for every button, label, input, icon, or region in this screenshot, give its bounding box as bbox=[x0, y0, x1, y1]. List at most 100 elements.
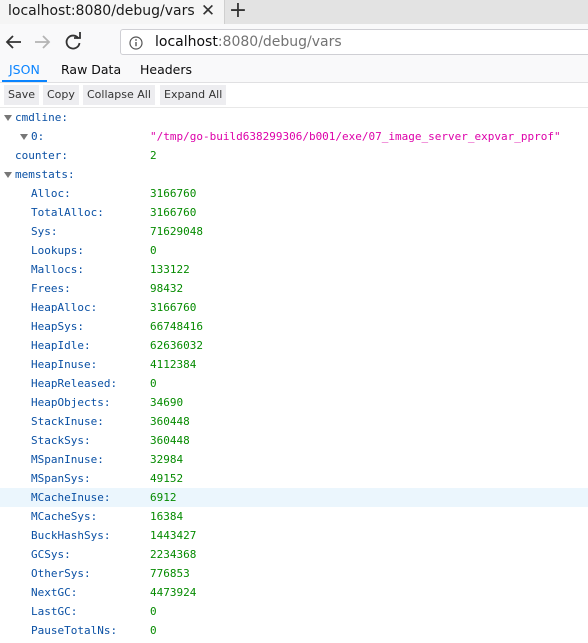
save-button[interactable]: Save bbox=[4, 85, 40, 105]
forward-arrow-icon[interactable] bbox=[30, 30, 54, 54]
tree-row-memstat[interactable]: OtherSys: 776853 bbox=[0, 564, 588, 583]
tree-row-memstat[interactable]: HeapInuse: 4112384 bbox=[0, 355, 588, 374]
json-key: StackInuse: bbox=[31, 415, 104, 428]
json-key: TotalAlloc: bbox=[31, 206, 104, 219]
expand-triangle-icon[interactable] bbox=[20, 134, 28, 140]
json-key: Alloc: bbox=[31, 187, 71, 200]
tree-row-cmdline-0[interactable]: 0: "/tmp/go-build638299306/b001/exe/07_i… bbox=[0, 127, 588, 146]
json-key: HeapReleased: bbox=[31, 377, 118, 390]
json-number-value: 0 bbox=[150, 624, 157, 637]
collapse-all-button[interactable]: Collapse All bbox=[83, 85, 155, 105]
json-key: 0: bbox=[31, 130, 45, 143]
url-path: :8080/debug/vars bbox=[217, 34, 342, 50]
tree-row-memstat[interactable]: MSpanInuse: 32984 bbox=[0, 450, 588, 469]
json-key: HeapIdle: bbox=[31, 339, 91, 352]
json-toolbar: Save Copy Collapse All Expand All bbox=[0, 83, 588, 108]
json-viewer-tabs: JSON Raw Data Headers bbox=[0, 60, 588, 83]
url-host: localhost bbox=[155, 34, 218, 50]
json-number-value: 0 bbox=[150, 605, 157, 618]
json-number-value: 0 bbox=[150, 244, 157, 257]
json-key: NextGC: bbox=[31, 586, 78, 599]
tree-row-memstat[interactable]: StackInuse: 360448 bbox=[0, 412, 588, 431]
browser-tab[interactable]: localhost:8080/debug/vars ✕ bbox=[0, 0, 225, 24]
tree-row-memstat[interactable]: MSpanSys: 49152 bbox=[0, 469, 588, 488]
json-key: cmdline: bbox=[15, 111, 68, 124]
tree-row-memstat[interactable]: HeapAlloc: 3166760 bbox=[0, 298, 588, 317]
info-icon[interactable] bbox=[129, 35, 143, 50]
tree-row-memstat[interactable]: BuckHashSys: 1443427 bbox=[0, 526, 588, 545]
json-number-value: 133122 bbox=[150, 263, 190, 276]
tree-row-memstat[interactable]: LastGC: 0 bbox=[0, 602, 588, 621]
json-key: Sys: bbox=[31, 225, 58, 238]
tree-row-cmdline[interactable]: cmdline: bbox=[0, 108, 588, 127]
tree-row-memstats[interactable]: memstats: bbox=[0, 165, 588, 184]
tree-row-memstat[interactable]: PauseTotalNs: 0 bbox=[0, 621, 588, 640]
json-key: OtherSys: bbox=[31, 567, 91, 580]
tree-row-memstat[interactable]: HeapReleased: 0 bbox=[0, 374, 588, 393]
url-bar[interactable]: localhost:8080/debug/vars bbox=[120, 29, 588, 55]
json-key: Mallocs: bbox=[31, 263, 84, 276]
json-key: PauseTotalNs: bbox=[31, 624, 118, 637]
json-key: LastGC: bbox=[31, 605, 78, 618]
tree-row-memstat[interactable]: Lookups: 0 bbox=[0, 241, 588, 260]
tree-row-memstat[interactable]: TotalAlloc: 3166760 bbox=[0, 203, 588, 222]
json-number-value: 776853 bbox=[150, 567, 190, 580]
tree-row-memstat[interactable]: NextGC: 4473924 bbox=[0, 583, 588, 602]
json-number-value: 49152 bbox=[150, 472, 184, 485]
json-number-value: 360448 bbox=[150, 415, 190, 428]
json-key: MSpanSys: bbox=[31, 472, 91, 485]
json-key: HeapSys: bbox=[31, 320, 84, 333]
expand-triangle-icon[interactable] bbox=[4, 115, 12, 121]
tree-row-memstat[interactable]: StackSys: 360448 bbox=[0, 431, 588, 450]
tree-row-memstat[interactable]: Sys: 71629048 bbox=[0, 222, 588, 241]
tree-row-memstat[interactable]: Alloc: 3166760 bbox=[0, 184, 588, 203]
json-number-value: 3166760 bbox=[150, 206, 197, 219]
json-number-value: 2234368 bbox=[150, 548, 197, 561]
json-number-value: 4473924 bbox=[150, 586, 197, 599]
tab-json[interactable]: JSON bbox=[2, 60, 47, 82]
close-tab-icon[interactable]: ✕ bbox=[198, 1, 218, 21]
back-arrow-icon[interactable] bbox=[2, 30, 26, 54]
json-number-value: 34690 bbox=[150, 396, 184, 409]
json-key: Frees: bbox=[31, 282, 71, 295]
json-key: StackSys: bbox=[31, 434, 91, 447]
browser-tab-title: localhost:8080/debug/vars bbox=[8, 3, 195, 19]
reload-icon[interactable] bbox=[61, 30, 85, 54]
copy-button[interactable]: Copy bbox=[43, 85, 79, 105]
tree-row-memstat[interactable]: Mallocs: 133122 bbox=[0, 260, 588, 279]
new-tab-icon[interactable]: + bbox=[226, 0, 250, 24]
json-number-value: 1443427 bbox=[150, 529, 197, 542]
json-number-value: 32984 bbox=[150, 453, 184, 466]
json-number-value: 6912 bbox=[150, 491, 177, 504]
json-tree: cmdline: 0: "/tmp/go-build638299306/b001… bbox=[0, 108, 588, 643]
expand-triangle-icon[interactable] bbox=[4, 172, 12, 178]
tree-row-memstat[interactable]: GCSys: 2234368 bbox=[0, 545, 588, 564]
expand-all-button[interactable]: Expand All bbox=[160, 85, 227, 105]
json-number-value: 62636032 bbox=[150, 339, 203, 352]
json-number-value: 0 bbox=[150, 377, 157, 390]
tree-row-memstat[interactable]: Frees: 98432 bbox=[0, 279, 588, 298]
tree-row-memstat[interactable]: HeapObjects: 34690 bbox=[0, 393, 588, 412]
json-key: BuckHashSys: bbox=[31, 529, 111, 542]
json-key: HeapAlloc: bbox=[31, 301, 98, 314]
json-key: HeapInuse: bbox=[31, 358, 98, 371]
tab-headers[interactable]: Headers bbox=[133, 60, 199, 82]
tree-row-memstat[interactable]: MCacheSys: 16384 bbox=[0, 507, 588, 526]
tree-row-memstat[interactable]: MCacheInuse: 6912 bbox=[0, 488, 588, 507]
json-number-value: 2 bbox=[150, 149, 157, 162]
url-text: localhost:8080/debug/vars bbox=[155, 34, 342, 50]
json-key: MSpanInuse: bbox=[31, 453, 104, 466]
tree-row-memstat[interactable]: HeapIdle: 62636032 bbox=[0, 336, 588, 355]
json-number-value: 4112384 bbox=[150, 358, 197, 371]
json-number-value: 16384 bbox=[150, 510, 184, 523]
tab-raw-data[interactable]: Raw Data bbox=[54, 60, 128, 82]
json-key: memstats: bbox=[15, 168, 75, 181]
navigation-bar: localhost:8080/debug/vars bbox=[0, 24, 588, 61]
json-key: GCSys: bbox=[31, 548, 71, 561]
json-key: HeapObjects: bbox=[31, 396, 111, 409]
tree-row-memstat[interactable]: HeapSys: 66748416 bbox=[0, 317, 588, 336]
json-number-value: 3166760 bbox=[150, 187, 197, 200]
json-number-value: 98432 bbox=[150, 282, 184, 295]
json-number-value: 66748416 bbox=[150, 320, 203, 333]
tree-row-counter[interactable]: counter: 2 bbox=[0, 146, 588, 165]
